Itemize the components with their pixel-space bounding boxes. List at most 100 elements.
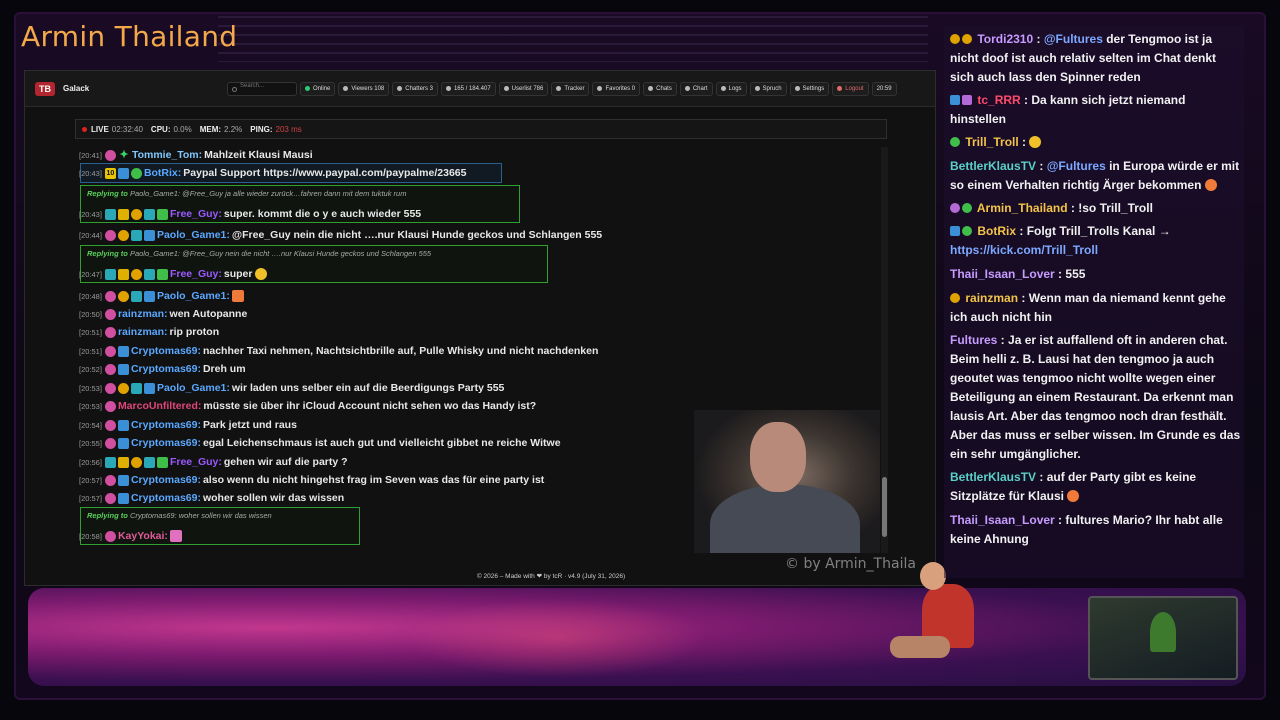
star-icon [597, 86, 603, 91]
badge-icon [104, 419, 116, 431]
live-duration: 02:32:40 [111, 124, 143, 134]
chat-message: [20:57] Cryptomas69: woher sollen wir das … [79, 492, 345, 504]
clock-icon [648, 86, 654, 91]
cpu-label: CPU: [150, 124, 171, 134]
sidebar-message: tc_RRR : Da kann sich jetzt niemand hins… [950, 93, 1186, 126]
logout-icon [837, 86, 843, 91]
badge-icon [130, 229, 142, 241]
app-name: Galack [63, 84, 90, 93]
favorites-button[interactable]: Favorites 0 [592, 81, 641, 96]
crown-badge-icon [117, 268, 129, 280]
badge-icon [117, 492, 129, 504]
chatters-button[interactable]: Chatters 3 [392, 81, 438, 96]
badge-icon [104, 229, 116, 241]
chat-username[interactable]: BotRix: [144, 167, 181, 179]
document-icon [720, 86, 726, 91]
chat-username[interactable]: Cryptomas69: [131, 437, 201, 449]
badge-icon [950, 226, 960, 236]
chat-username[interactable]: Free_Guy: [170, 456, 222, 468]
sidebar-message: BettlerKlausTV : auf der Party gibt es k… [950, 470, 1197, 503]
sidebar-message: BotRix : Folgt Trill_Trolls Kanal → http… [950, 224, 1171, 257]
scrollbar-thumb[interactable] [882, 477, 887, 537]
emote-icon [1067, 490, 1080, 502]
app-toolbar: TB Galack Search... Online Viewers 108 C… [25, 71, 935, 107]
badge-icon [104, 530, 116, 542]
online-icon [305, 86, 310, 91]
badge-icon [104, 382, 116, 394]
chat-username[interactable]: Free_Guy: [170, 208, 222, 220]
chat-message: [20:58] KayYokai: [79, 528, 182, 544]
gift-badge-icon [156, 456, 168, 468]
chats-button[interactable]: Chats [643, 81, 677, 96]
cpu-value: 0.0% [173, 124, 192, 134]
badge-icon [130, 456, 142, 468]
verified-badge-icon [962, 226, 972, 236]
chat-username[interactable]: Cryptomas69: [131, 492, 201, 504]
sidebar-message: Thaii_Isaan_Lover : 555 [950, 267, 1086, 281]
sidebar-message: Thaii_Isaan_Lover : fultures Mario? Ihr … [950, 513, 1223, 546]
logs-button[interactable]: Logs [715, 81, 747, 96]
secondary-camera [1088, 596, 1238, 680]
badge-icon [104, 290, 116, 302]
chat-username[interactable]: Paolo_Game1: [157, 229, 230, 241]
search-input[interactable]: Search... [227, 81, 297, 96]
logout-button[interactable]: Logout [832, 81, 869, 96]
channel-link[interactable]: https://kick.com/Trill_Troll [950, 243, 1098, 257]
chat-message: [20:41] ✦ Tommie_Tom: Mahlzeit Klausi Mausi [79, 148, 313, 161]
chat-scrollbar[interactable] [881, 147, 888, 553]
reply-context: Replying to Paolo_Game1: @Free_Guy nein … [87, 249, 432, 258]
chat-username[interactable]: Cryptomas69: [131, 419, 201, 431]
tracker-button[interactable]: Tracker [551, 81, 590, 96]
badge-icon [143, 208, 155, 220]
badge-icon [962, 95, 972, 105]
ping-label: PING: [250, 124, 273, 134]
chat-message: [20:57] Cryptomas69: also wenn du nicht hi… [79, 474, 545, 486]
chart-icon [684, 86, 690, 91]
chat-username[interactable]: MarcoUnfiltered: [118, 400, 201, 412]
chat-username[interactable]: Cryptomas69: [131, 474, 201, 486]
badge-icon [104, 437, 116, 449]
chat-message: [20:43] 10 BotRix: Paypal Support https://w… [79, 167, 467, 179]
channel-title: Armin Thailand [21, 20, 238, 53]
chat-username[interactable]: Paolo_Game1: [157, 290, 230, 302]
online-button[interactable]: Online [300, 81, 336, 96]
badge-icon [104, 456, 116, 468]
eye-icon [343, 86, 349, 91]
badge-icon [117, 345, 129, 357]
badge-icon [950, 203, 960, 213]
sidebar-message: Tordi2310 : @Fultures der Tengmoo ist ja… [950, 32, 1217, 84]
badge-icon [130, 208, 142, 220]
reply-context: Replying to Cryptomas69: woher sollen wi… [87, 511, 272, 520]
users-icon [397, 86, 403, 91]
chat-username[interactable]: KayYokai: [118, 530, 168, 542]
badge-icon [117, 382, 129, 394]
crown-badge-icon [962, 34, 972, 44]
chat-username[interactable]: Free_Guy: [170, 268, 222, 280]
badge-icon [143, 229, 155, 241]
badge-icon [143, 268, 155, 280]
gear-icon [794, 86, 800, 91]
viewers-button[interactable]: Viewers 108 [338, 81, 390, 96]
badge-icon [130, 290, 142, 302]
badge-icon [143, 382, 155, 394]
chat-username[interactable]: rainzman: [118, 326, 168, 338]
chart-button[interactable]: Chart [679, 81, 713, 96]
chat-username[interactable]: Cryptomas69: [131, 345, 201, 357]
badge-icon [117, 474, 129, 486]
live-dot-icon [82, 126, 87, 132]
userlist-button[interactable]: Userlist 786 [498, 81, 549, 96]
badge-icon [104, 363, 116, 375]
spruch-button[interactable]: Spruch [749, 81, 787, 96]
settings-button[interactable]: Settings [789, 81, 830, 96]
badge-icon [950, 293, 960, 303]
badge-icon [104, 308, 116, 320]
badge-icon [117, 229, 129, 241]
subscriber-badge-icon: 10 [104, 167, 116, 179]
chat-username[interactable]: Paolo_Game1: [157, 382, 230, 394]
chat-username[interactable]: rainzman: [118, 308, 168, 320]
chat-username[interactable]: Tommie_Tom: [132, 149, 202, 161]
messages-count-button[interactable]: 165 / 184.407 [440, 81, 496, 96]
chat-username[interactable]: Cryptomas69: [131, 363, 201, 375]
chat-message: [20:52] Cryptomas69: Dreh um [79, 363, 246, 375]
badge-icon [104, 345, 116, 357]
